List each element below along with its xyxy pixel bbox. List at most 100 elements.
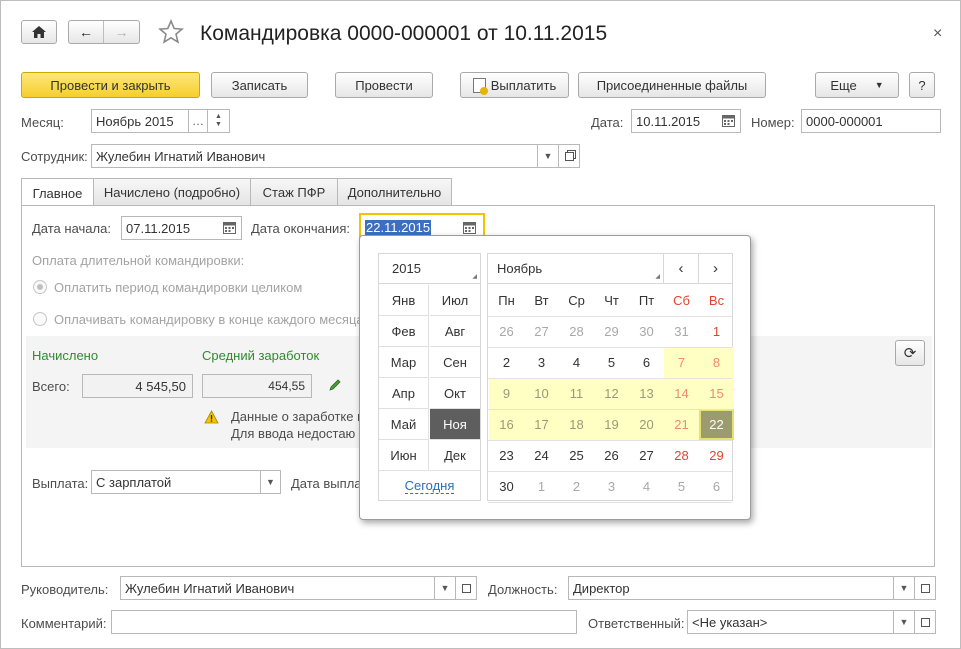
day-cell[interactable]: 23 (489, 440, 524, 471)
day-cell[interactable]: 26 (489, 316, 524, 347)
tab-main[interactable]: Главное (21, 178, 94, 207)
calendar-icon[interactable] (223, 222, 236, 237)
calendar-icon[interactable] (722, 115, 735, 130)
number-input[interactable]: 0000-000001 (801, 109, 941, 133)
manager-dropdown-button[interactable]: ▼ (434, 576, 456, 600)
day-cell[interactable]: 13 (629, 378, 664, 409)
day-cell[interactable]: 14 (664, 378, 699, 409)
day-cell[interactable]: 29 (594, 316, 629, 347)
day-cell[interactable]: 31 (664, 316, 699, 347)
day-cell[interactable]: 2 (489, 347, 524, 378)
day-cell[interactable]: 27 (629, 440, 664, 471)
post-button[interactable]: Провести (335, 72, 433, 98)
position-dropdown-button[interactable]: ▼ (893, 576, 915, 600)
month-cell[interactable]: Мар (379, 347, 429, 378)
pay-button[interactable]: Выплатить (460, 72, 569, 98)
home-button[interactable] (21, 20, 57, 44)
tab-pension-experience[interactable]: Стаж ПФР (250, 178, 338, 206)
prev-month-button[interactable]: ‹ (664, 254, 699, 284)
close-icon[interactable]: × (933, 25, 942, 43)
post-and-close-button[interactable]: Провести и закрыть (21, 72, 200, 98)
tab-accrued-detailed[interactable]: Начислено (подробно) (93, 178, 251, 206)
month-cell[interactable]: Июл (430, 285, 480, 316)
manager-open-button[interactable] (455, 576, 477, 600)
day-cell[interactable]: 5 (594, 347, 629, 378)
forward-button[interactable]: → (104, 21, 139, 43)
year-selector[interactable]: 2015 ◢ (379, 254, 480, 284)
back-button[interactable]: ← (69, 21, 105, 43)
help-button[interactable]: ? (909, 72, 935, 98)
month-cell[interactable]: Окт (430, 378, 480, 409)
day-cell[interactable]: 5 (664, 471, 699, 502)
day-cell[interactable]: 26 (594, 440, 629, 471)
day-cell[interactable]: 24 (524, 440, 559, 471)
month-cell[interactable]: Июн (379, 440, 429, 471)
day-cell[interactable]: 16 (489, 409, 524, 440)
responsible-dropdown-button[interactable]: ▼ (893, 610, 915, 634)
day-cell[interactable]: 4 (559, 347, 594, 378)
attached-files-button[interactable]: Присоединенные файлы (578, 72, 766, 98)
day-cell[interactable]: 20 (629, 409, 664, 440)
responsible-input[interactable]: <Не указан> (687, 610, 894, 634)
edit-pencil-icon[interactable] (328, 378, 342, 395)
day-cell[interactable]: 21 (664, 409, 699, 440)
next-month-button[interactable]: › (699, 254, 732, 284)
day-cell[interactable]: 17 (524, 409, 559, 440)
month-stepper[interactable]: ▲ ▼ (207, 109, 230, 133)
pay-whole-radio[interactable] (33, 280, 47, 294)
month-cell[interactable]: Май (379, 409, 429, 440)
day-cell[interactable]: 30 (489, 471, 524, 502)
manager-input[interactable]: Жулебин Игнатий Иванович (120, 576, 435, 600)
month-cell[interactable]: Ноя (430, 409, 480, 440)
save-button[interactable]: Записать (211, 72, 308, 98)
day-cell[interactable]: 3 (524, 347, 559, 378)
day-cell[interactable]: 15 (699, 378, 734, 409)
tab-additional[interactable]: Дополнительно (337, 178, 452, 206)
employee-dropdown-button[interactable]: ▼ (537, 144, 559, 168)
day-cell[interactable]: 27 (524, 316, 559, 347)
day-cell[interactable]: 9 (489, 378, 524, 409)
day-cell[interactable]: 22 (699, 409, 734, 440)
day-cell[interactable]: 18 (559, 409, 594, 440)
day-cell[interactable]: 10 (524, 378, 559, 409)
day-cell[interactable]: 1 (524, 471, 559, 502)
employee-open-button[interactable] (558, 144, 580, 168)
month-cell[interactable]: Сен (430, 347, 480, 378)
day-cell[interactable]: 19 (594, 409, 629, 440)
payout-dropdown-button[interactable]: ▼ (260, 470, 281, 494)
employee-input[interactable]: Жулебин Игнатий Иванович (91, 144, 538, 168)
comment-input[interactable] (111, 610, 577, 634)
day-cell[interactable]: 4 (629, 471, 664, 502)
day-cell[interactable]: 1 (699, 316, 734, 347)
month-cell[interactable]: Фев (379, 316, 429, 347)
day-cell[interactable]: 28 (664, 440, 699, 471)
favorite-star-icon[interactable] (158, 18, 184, 48)
month-cell[interactable]: Авг (430, 316, 480, 347)
day-cell[interactable]: 6 (629, 347, 664, 378)
month-selector[interactable]: Ноябрь ◢ (488, 254, 664, 284)
refresh-button[interactable]: ⟳ (895, 340, 925, 366)
day-cell[interactable]: 12 (594, 378, 629, 409)
month-select-button[interactable]: … (188, 109, 208, 133)
day-cell[interactable]: 25 (559, 440, 594, 471)
responsible-open-button[interactable] (914, 610, 936, 634)
day-cell[interactable]: 7 (664, 347, 699, 378)
day-cell[interactable]: 6 (699, 471, 734, 502)
position-input[interactable]: Директор (568, 576, 894, 600)
month-cell[interactable]: Янв (379, 285, 429, 316)
day-cell[interactable]: 29 (699, 440, 734, 471)
month-cell[interactable]: Дек (430, 440, 480, 471)
day-cell[interactable]: 30 (629, 316, 664, 347)
day-cell[interactable]: 8 (699, 347, 734, 378)
day-cell[interactable]: 11 (559, 378, 594, 409)
month-input[interactable]: Ноябрь 2015 (91, 109, 189, 133)
month-cell[interactable]: Апр (379, 378, 429, 409)
day-cell[interactable]: 2 (559, 471, 594, 502)
payout-select[interactable]: С зарплатой (91, 470, 261, 494)
day-cell[interactable]: 3 (594, 471, 629, 502)
day-cell[interactable]: 28 (559, 316, 594, 347)
today-link[interactable]: Сегодня (379, 472, 480, 500)
pay-monthly-radio[interactable] (33, 312, 47, 326)
position-open-button[interactable] (914, 576, 936, 600)
more-button[interactable]: Еще ▼ (815, 72, 899, 98)
